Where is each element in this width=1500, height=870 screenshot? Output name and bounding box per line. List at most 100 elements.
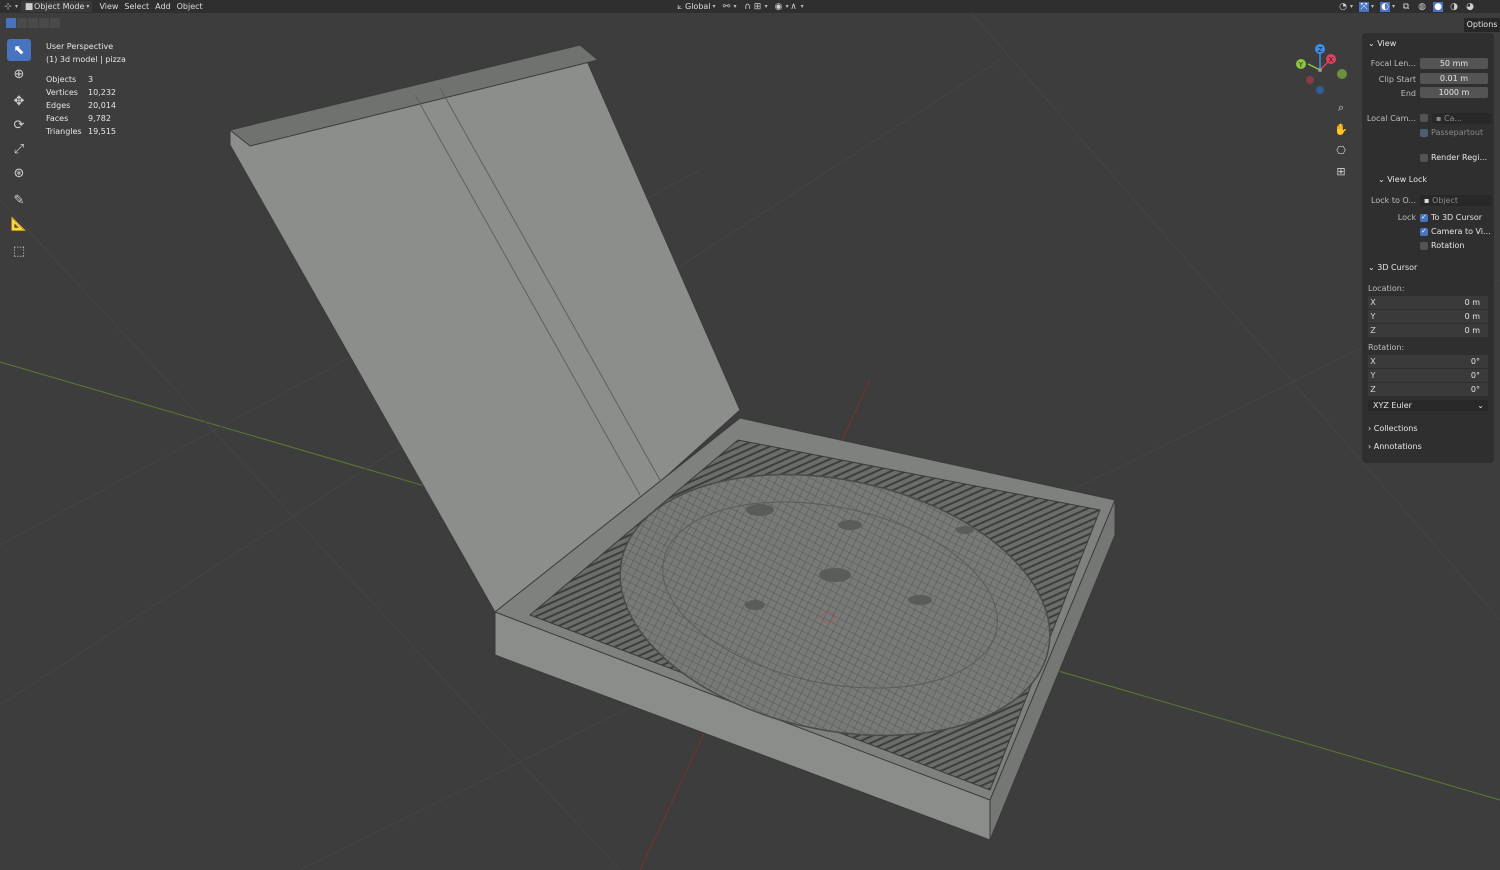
editor-type-button[interactable]: ⊹ ▾: [0, 1, 21, 12]
cursor-rotation-x-field[interactable]: X 0°: [1368, 355, 1488, 368]
clip-start-field[interactable]: 0.01 m: [1420, 73, 1488, 84]
shading-solid[interactable]: ●: [1430, 1, 1446, 12]
menu-add[interactable]: Add: [152, 1, 174, 12]
panel-header-collections[interactable]: › Collections: [1368, 424, 1418, 433]
menu-select[interactable]: Select: [121, 1, 152, 12]
stat-row: Edges 20,014: [46, 99, 126, 112]
solid-sphere-icon: ●: [1433, 1, 1444, 12]
rotation-mode-dropdown[interactable]: XYZ Euler ⌄: [1368, 400, 1488, 411]
camera-to-view-checkbox[interactable]: [1420, 227, 1428, 236]
local-camera-checkbox[interactable]: [1420, 114, 1428, 122]
gizmo-icon: ⤧: [1359, 1, 1370, 12]
field-value: 0°: [1470, 371, 1480, 380]
stat-value: 10,232: [88, 88, 116, 97]
move-tool[interactable]: ✥: [7, 90, 31, 112]
field-value: 0°: [1470, 357, 1480, 366]
scale-tool[interactable]: ⤢: [7, 138, 31, 160]
chevron-down-icon: ▾: [712, 3, 716, 10]
cursor-arrow-icon: ⬉: [13, 42, 25, 58]
gizmo-y-label: Y: [1298, 61, 1304, 69]
menu-object[interactable]: Object: [174, 1, 206, 12]
camera-icon: ▪: [1436, 114, 1444, 123]
header-right-group: ◔ ▾ ⤧ ▾ ◐ ▾ ⧉ ◍ ● ◑ ◕: [1335, 1, 1478, 12]
select-subtract-button[interactable]: [28, 18, 38, 28]
annotate-tool[interactable]: ✎: [7, 189, 31, 211]
transform-orientation-label: Global: [685, 2, 711, 11]
lock-to-3d-cursor-label: To 3D Cursor: [1431, 213, 1483, 222]
lock-rotation-checkbox[interactable]: [1420, 242, 1428, 250]
cursor-location-y-field[interactable]: Y 0 m: [1368, 310, 1488, 323]
panel-header-annotations[interactable]: › Annotations: [1368, 442, 1422, 451]
stat-label: Triangles: [46, 127, 82, 136]
cursor-location-z-field[interactable]: Z 0 m: [1368, 324, 1488, 337]
3d-viewport[interactable]: [0, 0, 1500, 870]
cursor-rotation-y-field[interactable]: Y 0°: [1368, 369, 1488, 382]
select-intersect-button[interactable]: [50, 18, 60, 28]
focal-length-field[interactable]: 50 mm: [1420, 58, 1488, 69]
mode-dropdown[interactable]: ■ Object Mode ▾: [21, 1, 93, 12]
panel-header-view-lock[interactable]: ⌄ View Lock: [1378, 175, 1427, 184]
local-camera-field[interactable]: ▪ Ca...: [1432, 113, 1492, 124]
select-box-tool[interactable]: ⬉: [7, 39, 31, 61]
transform-tool[interactable]: ⊛: [7, 162, 31, 184]
select-extend-button[interactable]: [17, 18, 27, 28]
menu-view[interactable]: View: [96, 1, 121, 12]
select-new-button[interactable]: [6, 18, 16, 28]
overlay-toggle[interactable]: ◐ ▾: [1377, 1, 1398, 12]
scale-icon: ⤢: [13, 141, 25, 157]
panel-title: 3D Cursor: [1377, 263, 1418, 272]
stat-label: Edges: [46, 101, 71, 110]
lock-to-object-field[interactable]: ▪ Object: [1420, 195, 1492, 206]
xray-toggle[interactable]: ⧉: [1398, 1, 1414, 12]
passepartout-checkbox[interactable]: [1420, 129, 1428, 137]
crosshair-icon: ⊕: [13, 66, 25, 82]
select-invert-button[interactable]: [39, 18, 49, 28]
ortho-toggle-button[interactable]: ⊞: [1333, 164, 1349, 180]
lock-label: Lock: [1397, 213, 1416, 222]
proportional-edit-dropdown[interactable]: ◉ ▾ ∧ ▾: [771, 1, 807, 12]
transform-orientation-dropdown[interactable]: ⟀ Global ▾: [672, 1, 719, 12]
snap-target-icon: ⊞: [753, 1, 762, 12]
local-camera-label: Local Cam...: [1366, 114, 1416, 123]
panel-header-view[interactable]: ⌄ View: [1368, 39, 1396, 48]
camera-view-button[interactable]: ⎔: [1333, 143, 1349, 159]
stat-label: Vertices: [46, 88, 78, 97]
chevron-down-icon: ⌄: [1378, 175, 1385, 184]
grid-icon: ⊞: [1336, 165, 1346, 178]
cursor-location-x-field[interactable]: X 0 m: [1368, 296, 1488, 309]
overlay-icon: ◐: [1380, 1, 1391, 12]
clip-end-field[interactable]: 1000 m: [1420, 87, 1488, 98]
axis-label: Y: [1370, 312, 1376, 321]
lock-to-object-placeholder: Object: [1431, 196, 1459, 205]
cursor-rotation-z-field[interactable]: Z 0°: [1368, 383, 1488, 396]
proportional-edit-icon: ◉: [774, 1, 783, 12]
eye-icon: ◔: [1339, 1, 1347, 12]
tool-shelf: ⬉ ⊕ ✥ ⟳ ⤢ ⊛ ✎ 📐 ⬚: [7, 39, 33, 264]
render-region-checkbox[interactable]: [1420, 154, 1428, 162]
rotation-label: Rotation:: [1368, 343, 1405, 352]
focal-length-label: Focal Len...: [1370, 59, 1416, 68]
options-button[interactable]: Options: [1464, 18, 1500, 32]
shading-rendered[interactable]: ◕: [1462, 1, 1478, 12]
cursor-tool[interactable]: ⊕: [7, 63, 31, 85]
add-cube-tool[interactable]: ⬚: [7, 240, 31, 262]
gizmo-toggle[interactable]: ⤧ ▾: [1356, 1, 1377, 12]
measure-tool[interactable]: 📐: [7, 213, 31, 235]
axis-label: X: [1370, 357, 1376, 366]
rotate-tool[interactable]: ⟳: [7, 114, 31, 136]
panel-header-3d-cursor[interactable]: ⌄ 3D Cursor: [1368, 263, 1417, 272]
navigation-gizmo[interactable]: X Z Y: [1290, 42, 1350, 98]
shading-wireframe[interactable]: ◍: [1414, 1, 1430, 12]
wireframe-sphere-icon: ◍: [1418, 1, 1426, 12]
visibility-dropdown[interactable]: ◔ ▾: [1335, 1, 1356, 12]
stat-value: 9,782: [88, 114, 111, 123]
pan-button[interactable]: ✋: [1333, 122, 1349, 138]
pivot-dropdown[interactable]: ⚯ ▾: [719, 1, 740, 12]
lock-to-3d-cursor-checkbox[interactable]: [1420, 213, 1428, 222]
zoom-button[interactable]: ⌕: [1333, 100, 1349, 116]
snap-dropdown[interactable]: ∩ ⊞ ▾: [740, 1, 771, 12]
object-icon: ▪: [1424, 196, 1432, 205]
axes-icon: ⊹: [4, 1, 12, 12]
magnet-icon: ∩: [744, 1, 751, 12]
shading-material[interactable]: ◑: [1446, 1, 1462, 12]
